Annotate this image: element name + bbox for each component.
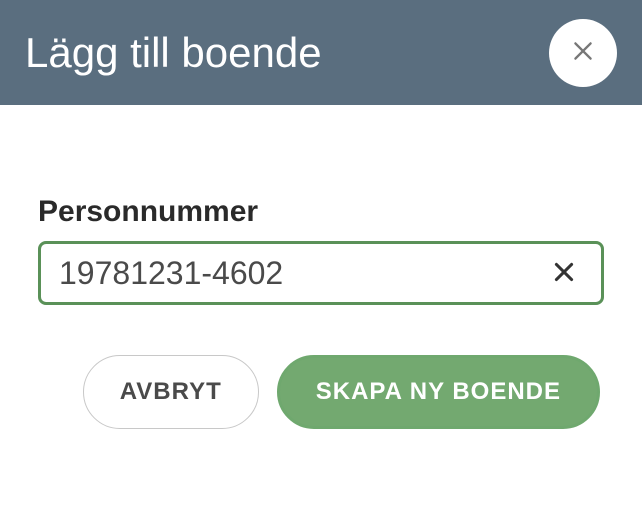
dialog-header: Lägg till boende — [0, 0, 642, 105]
personnummer-input[interactable] — [59, 255, 545, 292]
clear-input-button[interactable] — [545, 253, 583, 294]
clear-icon — [551, 259, 577, 288]
personnummer-label: Personnummer — [38, 195, 604, 229]
close-icon — [570, 38, 596, 67]
dialog-content: Personnummer AVBRYT SKAPA NY BOENDE — [0, 105, 642, 429]
cancel-button[interactable]: AVBRYT — [83, 355, 259, 429]
close-button[interactable] — [549, 19, 617, 87]
personnummer-input-wrapper — [38, 241, 604, 305]
button-row: AVBRYT SKAPA NY BOENDE — [38, 355, 604, 429]
create-button[interactable]: SKAPA NY BOENDE — [277, 355, 600, 429]
dialog-title: Lägg till boende — [25, 29, 322, 77]
